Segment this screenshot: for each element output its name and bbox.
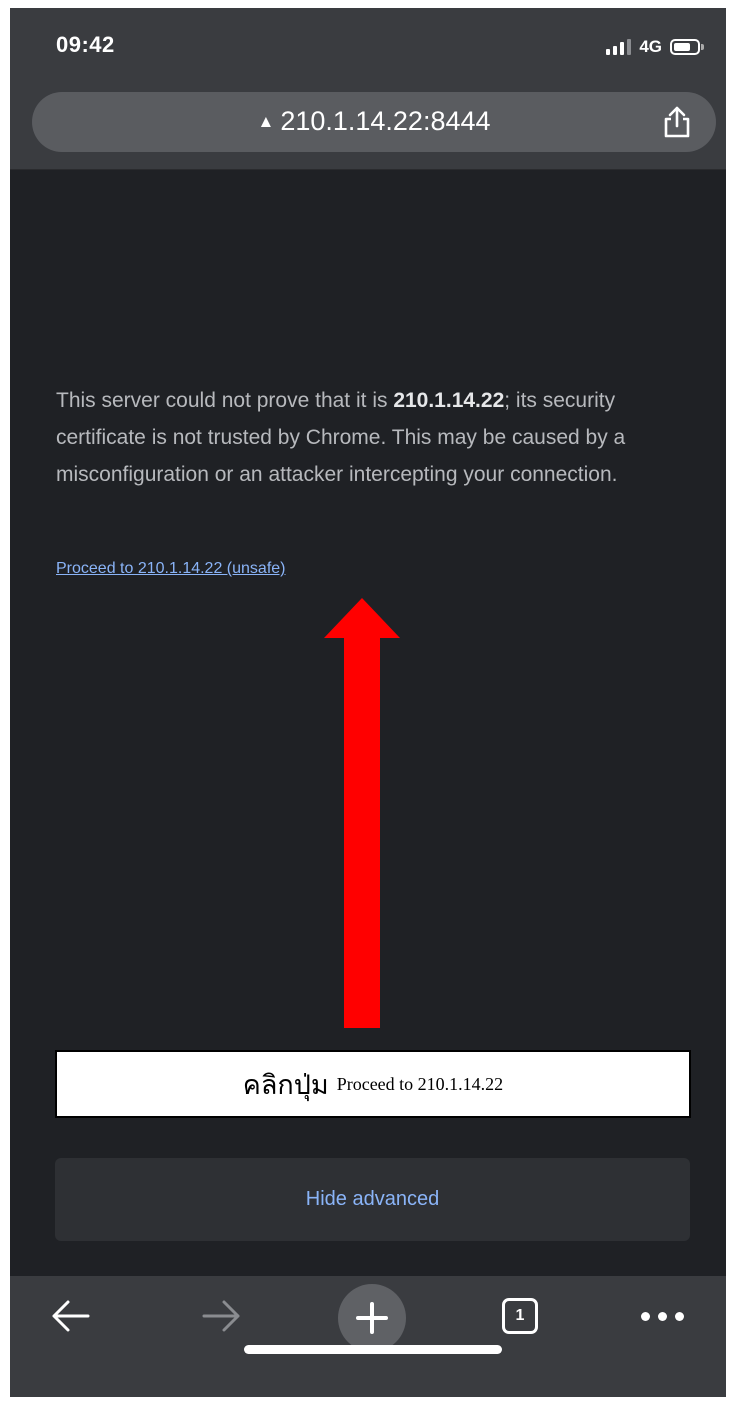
security-warning-message: This server could not prove that it is 2… xyxy=(56,389,626,486)
share-icon[interactable] xyxy=(660,104,694,140)
hide-advanced-button[interactable]: Hide advanced xyxy=(55,1158,690,1241)
phone-screen: 09:42 4G ▲ 210.1.14.22:8444 This server c… xyxy=(10,8,726,1397)
more-dots-icon xyxy=(637,1311,688,1321)
new-tab-button[interactable] xyxy=(338,1284,406,1352)
proceed-unsafe-link[interactable]: Proceed to 210.1.14.22 (unsafe) xyxy=(56,560,286,578)
back-arrow-icon xyxy=(52,1300,90,1332)
callout-english-text: Proceed to 210.1.14.22 xyxy=(336,1073,504,1094)
annotation-arrow-shaft xyxy=(344,637,380,1028)
annotation-arrow-head xyxy=(324,598,400,638)
plus-icon xyxy=(356,1302,388,1334)
address-bar[interactable]: ▲ 210.1.14.22:8444 xyxy=(32,92,716,152)
home-indicator[interactable] xyxy=(244,1345,502,1354)
annotation-callout-box: คลิกปุ่ม Proceed to 210.1.14.22 xyxy=(55,1050,691,1118)
network-type: 4G xyxy=(639,37,662,56)
url-display[interactable]: ▲ 210.1.14.22:8444 xyxy=(32,106,716,137)
url-text: 210.1.14.22:8444 xyxy=(280,106,491,136)
status-time: 09:42 xyxy=(56,32,115,57)
more-menu-button[interactable] xyxy=(632,1294,692,1338)
warning-icon: ▲ xyxy=(257,112,275,131)
tab-switcher-button[interactable]: 1 xyxy=(498,1294,542,1338)
server-address: 210.1.14.22 xyxy=(393,389,505,412)
battery-icon xyxy=(670,39,704,55)
signal-strength-icon xyxy=(606,39,632,55)
tab-count-icon: 1 xyxy=(502,1298,538,1334)
status-indicators: 4G xyxy=(606,36,704,58)
forward-button[interactable] xyxy=(196,1294,248,1338)
callout-thai-text: คลิกปุ่ม xyxy=(242,1069,329,1100)
browser-bottom-toolbar: 1 xyxy=(10,1276,726,1397)
forward-arrow-icon xyxy=(202,1300,240,1332)
browser-top-chrome: 09:42 4G ▲ 210.1.14.22:8444 xyxy=(10,8,726,170)
back-button[interactable] xyxy=(44,1294,96,1338)
